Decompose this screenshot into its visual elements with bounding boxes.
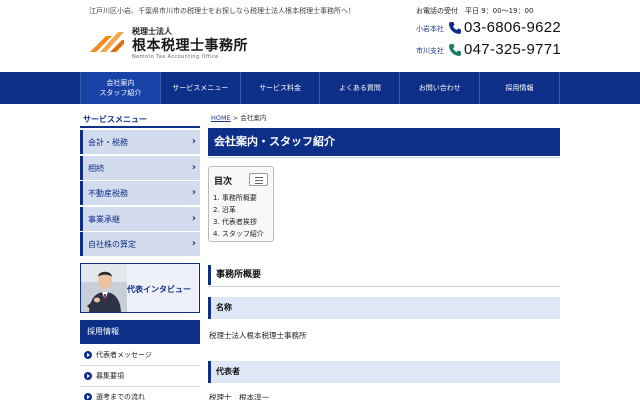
sidebar-item-label: 事業承継 xyxy=(88,214,120,224)
nav-contact[interactable]: お問い合わせ xyxy=(399,72,479,104)
nav-label: 採用情報 xyxy=(505,84,534,92)
sidebar-item-inheritance[interactable]: 相続 › xyxy=(80,155,200,180)
toc-link-greeting[interactable]: 3. 代表者挨拶 xyxy=(213,216,264,228)
chevron-right-icon: › xyxy=(191,136,196,147)
phone-ichikawa[interactable]: 市川支社 047-325-9771 xyxy=(416,41,596,60)
sidebar-item-label: 会計・税務 xyxy=(88,138,128,147)
global-nav: 会社案内 スタッフ紹介 サービスメニュー サービス料金 よくある質問 お問い合わ… xyxy=(0,72,640,104)
nav-label: サービスメニュー xyxy=(172,84,229,92)
site-tagline: 江戸川区小岩、千葉県市川市の税理士をお探しなら税理士法人根本税理士事務所へ！ xyxy=(89,7,355,15)
breadcrumb-home-link[interactable]: HOME xyxy=(211,114,231,122)
nav-service-menu[interactable]: サービスメニュー xyxy=(159,72,240,104)
logo-mark-icon xyxy=(90,32,124,52)
branch-label: 小岩本社 xyxy=(416,25,444,33)
nav-label: お問い合わせ xyxy=(418,84,461,92)
recruit-item-label: 代表者メッセージ xyxy=(96,351,152,359)
banner-label: 代表インタビュー xyxy=(127,285,191,294)
circle-arrow-icon xyxy=(84,393,92,400)
recruit-item-process[interactable]: 選考までの流れ xyxy=(80,387,200,400)
toc-title: 目次 xyxy=(214,177,233,187)
list-toggle-icon[interactable] xyxy=(249,173,268,186)
site-logo[interactable]: 税理士法人 根本税理士事務所 Nemoto Tax Accounting Off… xyxy=(88,24,288,64)
sidebar-item-stock-valuation[interactable]: 自社株の算定 › xyxy=(80,232,200,257)
field-value-name: 税理士法人根本税理士事務所 xyxy=(209,331,307,340)
branch-label: 市川支社 xyxy=(416,47,444,55)
circle-arrow-icon xyxy=(84,372,92,380)
sidebar-item-accounting[interactable]: 会計・税務 › xyxy=(80,130,200,154)
chevron-right-icon: › xyxy=(191,238,196,250)
nav-label: サービス料金 xyxy=(259,84,302,92)
representative-photo xyxy=(81,264,127,312)
toc-link-overview[interactable]: 1. 事務所概要 xyxy=(213,192,264,204)
nav-recruit[interactable]: 採用情報 xyxy=(479,72,560,104)
chevron-right-icon: › xyxy=(191,187,196,199)
toc-link-staff[interactable]: 4. スタッフ紹介 xyxy=(213,228,264,240)
recruit-item-label: 選考までの流れ xyxy=(96,393,145,400)
divider xyxy=(208,286,560,287)
page-title: 会社案内・スタッフ紹介 xyxy=(208,128,560,156)
sidebar-item-real-estate[interactable]: 不動産税務 › xyxy=(80,181,200,206)
table-of-contents: 目次 1. 事務所概要 2. 沿革 3. 代表者挨拶 4. スタッフ紹介 xyxy=(208,166,274,242)
recruit-item-requirements[interactable]: 募集要項 xyxy=(80,366,200,387)
phone-number: 047-325-9771 xyxy=(464,41,562,58)
phone-icon xyxy=(449,22,461,34)
circle-arrow-icon xyxy=(84,351,92,359)
chevron-right-icon: › xyxy=(191,212,196,224)
toc-link-history[interactable]: 2. 沿革 xyxy=(213,204,264,216)
nav-pricing[interactable]: サービス料金 xyxy=(239,72,320,104)
nav-faq[interactable]: よくある質問 xyxy=(319,72,399,104)
divider xyxy=(208,157,560,158)
recruit-item-label: 募集要項 xyxy=(96,372,124,380)
recruit-list: 代表者メッセージ 募集要項 選考までの流れ xyxy=(80,345,200,400)
logo-name: 根本税理士事務所 xyxy=(132,38,248,54)
field-value-representative: 税理士 根本淳一 xyxy=(209,393,269,400)
phone-hours: お電話の受付 平日 9：00〜19：00 xyxy=(416,7,534,15)
sidebar-item-label: 不動産税務 xyxy=(88,189,128,199)
phone-koiwa[interactable]: 小岩本社 03-6806-9622 xyxy=(416,19,596,38)
nav-company[interactable]: 会社案内 スタッフ紹介 xyxy=(80,72,160,104)
nav-label: 会社案内 スタッフ紹介 xyxy=(99,79,142,97)
sidebar-item-label: 自社株の算定 xyxy=(88,240,136,250)
section-heading-overview: 事務所概要 xyxy=(208,265,560,285)
phone-icon xyxy=(449,44,461,56)
recruit-item-message[interactable]: 代表者メッセージ xyxy=(80,345,200,366)
site-header: 江戸川区小岩、千葉県市川市の税理士をお探しなら税理士法人根本税理士事務所へ！ 税… xyxy=(0,0,640,72)
sidebar-item-succession[interactable]: 事業承継 › xyxy=(80,206,200,231)
phone-number: 03-6806-9622 xyxy=(464,19,562,36)
breadcrumb: HOME > 会社案内 xyxy=(211,112,266,122)
field-heading-representative: 代表者 xyxy=(208,361,560,383)
breadcrumb-separator: > xyxy=(232,114,239,122)
recruit-heading[interactable]: 採用情報 xyxy=(80,320,200,344)
sidebar-title: サービスメニュー xyxy=(80,112,200,128)
interview-banner[interactable]: 代表インタビュー xyxy=(80,263,200,313)
field-heading-name: 名称 xyxy=(208,297,560,319)
breadcrumb-current: 会社案内 xyxy=(240,114,267,122)
chevron-right-icon: › xyxy=(191,161,196,173)
logo-english-name: Nemoto Tax Accounting Office xyxy=(132,54,219,60)
sidebar-item-label: 相続 xyxy=(88,163,104,173)
sidebar: サービスメニュー 会計・税務 › 相続 › 不動産税務 › 事業承継 › 自社株… xyxy=(80,112,200,258)
nav-label: よくある質問 xyxy=(338,84,381,92)
